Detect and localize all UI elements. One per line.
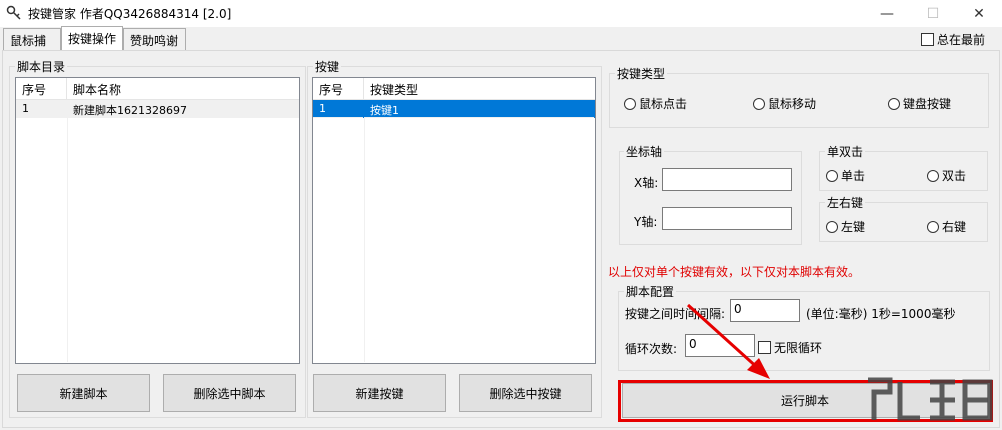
radio-double-click[interactable]: 双击 bbox=[927, 167, 966, 184]
coordinates-title: 坐标轴 bbox=[624, 143, 665, 160]
cell-key-type: 按键1 bbox=[364, 100, 595, 118]
list-header: 序号 脚本名称 bbox=[16, 78, 299, 100]
infinite-loop-label: 无限循环 bbox=[774, 341, 823, 355]
close-icon: ✕ bbox=[973, 5, 985, 22]
maximize-icon: ☐ bbox=[926, 5, 940, 22]
radio-label: 右键 bbox=[942, 220, 967, 234]
y-axis-label: Y轴: bbox=[634, 215, 658, 229]
loop-count-label: 循环次数: bbox=[625, 342, 678, 356]
y-axis-input[interactable] bbox=[662, 207, 792, 230]
cell-index: 1 bbox=[313, 100, 364, 118]
radio-label: 双击 bbox=[942, 169, 967, 183]
table-row[interactable]: 1 新建脚本1621328697 bbox=[16, 100, 299, 118]
tab-key-operation[interactable]: 按键操作 bbox=[61, 26, 123, 51]
scope-notice: 以上仅对单个按键有效，以下仅对本脚本有效。 bbox=[608, 265, 861, 279]
script-list-title: 脚本目录 bbox=[15, 58, 68, 75]
radio-circle bbox=[927, 220, 939, 233]
annotation-arrow bbox=[686, 303, 770, 379]
x-axis-input[interactable] bbox=[662, 168, 792, 191]
x-axis-label: X轴: bbox=[634, 176, 659, 190]
radio-label: 单击 bbox=[841, 169, 866, 183]
radio-mouse-move[interactable]: 鼠标移动 bbox=[753, 95, 816, 112]
key-list[interactable]: 序号 按键类型 1 按键1 bbox=[312, 77, 596, 364]
radio-circle bbox=[888, 97, 900, 110]
column-header-script-name[interactable]: 脚本名称 bbox=[67, 78, 299, 100]
radio-mouse-click[interactable]: 鼠标点击 bbox=[624, 95, 687, 112]
radio-circle bbox=[624, 97, 636, 110]
tab-sponsor[interactable]: 赞助鸣谢 bbox=[123, 28, 186, 50]
click-type-title: 单双击 bbox=[825, 143, 866, 160]
delete-script-button[interactable]: 删除选中脚本 bbox=[163, 374, 296, 412]
close-button[interactable]: ✕ bbox=[956, 0, 1002, 27]
tab-mouse-capture[interactable]: 鼠标捕捉 bbox=[3, 28, 61, 65]
minimize-icon: — bbox=[880, 5, 894, 22]
script-config-group bbox=[618, 291, 990, 371]
radio-circle bbox=[753, 97, 765, 110]
radio-label: 鼠标移动 bbox=[768, 97, 817, 111]
list-header: 序号 按键类型 bbox=[313, 78, 595, 100]
column-divider bbox=[67, 100, 68, 362]
radio-label: 左键 bbox=[841, 220, 866, 234]
table-row[interactable]: 1 按键1 bbox=[313, 100, 595, 118]
radio-circle bbox=[826, 220, 838, 233]
maximize-button[interactable]: ☐ bbox=[910, 0, 956, 27]
column-divider bbox=[364, 118, 365, 362]
radio-label: 键盘按键 bbox=[903, 97, 952, 111]
column-header-index[interactable]: 序号 bbox=[313, 78, 364, 100]
delete-key-button[interactable]: 删除选中按键 bbox=[459, 374, 592, 412]
radio-single-click[interactable]: 单击 bbox=[826, 167, 865, 184]
mouse-button-title: 左右键 bbox=[825, 194, 866, 211]
interval-unit-label: (单位:毫秒) 1秒=1000毫秒 bbox=[806, 307, 956, 321]
script-config-title: 脚本配置 bbox=[624, 283, 677, 300]
app-icon bbox=[6, 5, 21, 20]
always-on-top-label: 总在最前 bbox=[937, 33, 986, 47]
column-header-key-type[interactable]: 按键类型 bbox=[364, 78, 595, 100]
always-on-top-checkbox[interactable]: 总在最前 bbox=[921, 31, 985, 48]
watermark-logo bbox=[868, 377, 993, 421]
column-header-index[interactable]: 序号 bbox=[16, 78, 67, 100]
radio-right-button[interactable]: 右键 bbox=[927, 218, 966, 235]
key-type-title: 按键类型 bbox=[615, 65, 668, 82]
radio-circle bbox=[927, 169, 939, 182]
new-key-button[interactable]: 新建按键 bbox=[313, 374, 446, 412]
new-script-button[interactable]: 新建脚本 bbox=[17, 374, 150, 412]
cell-script-name: 新建脚本1621328697 bbox=[67, 100, 299, 118]
radio-label: 鼠标点击 bbox=[639, 97, 688, 111]
coordinates-group bbox=[619, 151, 802, 245]
title-bar: 按键管家 作者QQ3426884314 [2.0] — ☐ ✕ bbox=[0, 0, 1002, 27]
radio-circle bbox=[826, 169, 838, 182]
script-list[interactable]: 序号 脚本名称 1 新建脚本1621328697 bbox=[15, 77, 300, 364]
radio-keyboard-key[interactable]: 键盘按键 bbox=[888, 95, 951, 112]
minimize-button[interactable]: — bbox=[864, 0, 910, 27]
window-title: 按键管家 作者QQ3426884314 [2.0] bbox=[28, 7, 232, 21]
cell-index: 1 bbox=[16, 100, 67, 118]
checkbox-box bbox=[921, 33, 934, 46]
radio-left-button[interactable]: 左键 bbox=[826, 218, 865, 235]
key-list-title: 按键 bbox=[313, 58, 342, 75]
